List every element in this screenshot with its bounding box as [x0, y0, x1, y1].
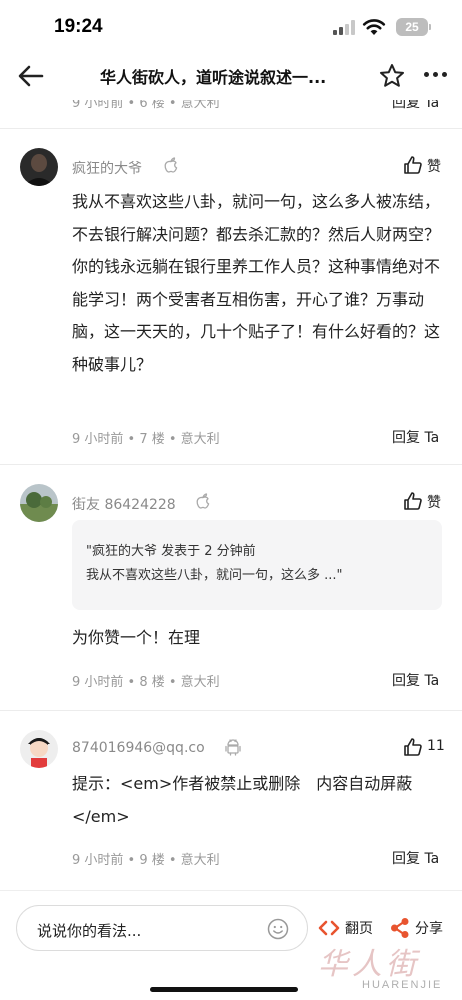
reply-button[interactable]: 回复 Ta — [392, 100, 439, 112]
comment-meta: 9 小时前 • 6 楼 • 意大利 — [72, 100, 220, 111]
battery-nub — [429, 24, 431, 30]
username[interactable]: 874016946@qq.co — [72, 740, 205, 756]
divider — [0, 710, 462, 711]
like-label: 赞 — [427, 495, 441, 511]
star-icon[interactable] — [378, 62, 406, 90]
page-turn-label: 翻页 — [345, 921, 373, 937]
avatar[interactable] — [20, 148, 58, 186]
reply-button[interactable]: 回复 Ta — [392, 670, 439, 690]
battery-icon: 25 — [396, 18, 428, 36]
comment-body: 提示：<em>作者被禁止或删除 内容自动屏蔽</em> — [72, 774, 413, 826]
back-arrow-icon[interactable] — [16, 62, 46, 90]
comment-meta: 9 小时前 • 7 楼 • 意大利 — [72, 432, 220, 447]
comment-input-placeholder: 说说你的看法... — [37, 922, 142, 940]
watermark-logo: 华人街 HUARENJIE — [310, 939, 460, 1000]
username[interactable]: 街友 86424228 — [72, 494, 176, 514]
status-bar: 19:24 25 — [0, 0, 462, 52]
share-label: 分享 — [415, 921, 443, 937]
avatar[interactable] — [20, 730, 58, 768]
divider — [0, 128, 462, 129]
watermark-script: 华人街 — [318, 947, 420, 982]
signal-icon — [333, 20, 357, 35]
like-label: 赞 — [427, 159, 441, 175]
comment-body: 为你赞一个！在理 — [72, 628, 201, 647]
reply-button[interactable]: 回复 Ta — [392, 848, 439, 868]
more-icon[interactable] — [420, 72, 450, 80]
app-screen: 19:24 25 华人街砍人，道听途说叙述一... 9 小时前 • 6 楼 • … — [0, 0, 462, 1000]
page-title: 华人街砍人，道听途说叙述一... — [100, 68, 327, 87]
bottom-bar: 说说你的看法... 翻页 分享 华人街 HUARENJIE — [0, 890, 462, 1000]
apple-icon — [196, 493, 210, 509]
divider — [0, 464, 462, 465]
quote-text: 我从不喜欢这些八卦，就问一句，这么多 ..." — [86, 568, 343, 583]
comment-body: 我从不喜欢这些八卦，就问一句，这么多人被冻结，不去银行解决问题？都去杀汇款的？然… — [72, 192, 441, 374]
comment-feed[interactable]: 9 小时前 • 6 楼 • 意大利 回复 Ta 疯狂的大爷 赞 我从不喜欢这些八… — [0, 100, 462, 890]
page-turn-icon — [318, 920, 340, 936]
status-time: 19:24 — [54, 16, 103, 37]
quote-box: "疯狂的大爷 发表于 2 分钟前 我从不喜欢这些八卦，就问一句，这么多 ..." — [72, 520, 442, 610]
watermark-text: HUARENJIE — [362, 979, 443, 991]
like-count: 11 — [427, 738, 445, 754]
thumbs-up-icon — [404, 156, 422, 174]
apple-icon — [164, 157, 178, 173]
nav-bar: 华人街砍人，道听途说叙述一... — [0, 52, 462, 100]
comment-meta: 9 小时前 • 8 楼 • 意大利 — [72, 675, 220, 690]
comment-meta: 9 小时前 • 9 楼 • 意大利 — [72, 853, 220, 868]
avatar[interactable] — [20, 484, 58, 522]
thumbs-up-icon — [404, 492, 422, 510]
comment-input[interactable]: 说说你的看法... — [16, 905, 308, 951]
username[interactable]: 疯狂的大爷 — [72, 158, 142, 178]
thumbs-up-icon — [404, 738, 422, 756]
reply-button[interactable]: 回复 Ta — [392, 427, 439, 447]
home-indicator[interactable] — [150, 987, 298, 992]
wifi-icon — [362, 19, 386, 35]
emoji-icon[interactable] — [267, 918, 289, 940]
quote-header: "疯狂的大爷 发表于 2 分钟前 — [86, 544, 256, 559]
android-icon — [225, 739, 241, 756]
share-icon — [391, 918, 409, 938]
